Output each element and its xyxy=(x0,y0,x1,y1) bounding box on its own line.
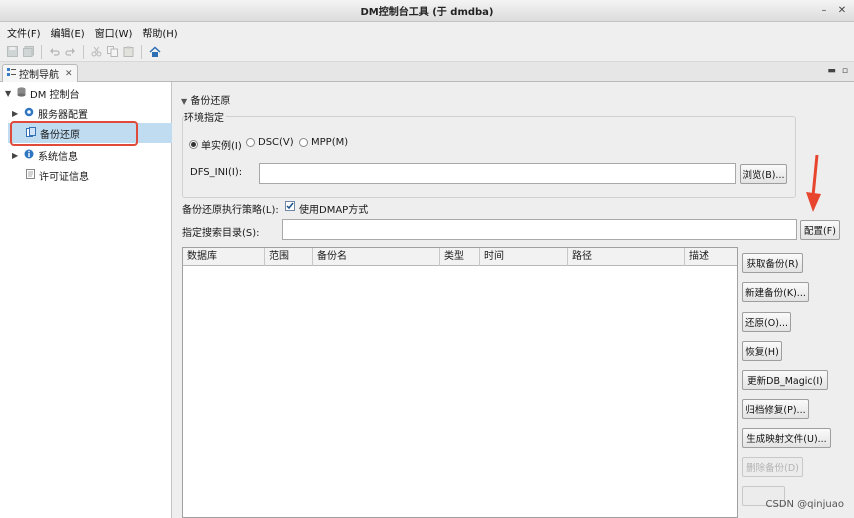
dfs-ini-input[interactable] xyxy=(259,163,736,184)
gear-icon xyxy=(24,107,34,120)
database-icon xyxy=(17,86,26,100)
search-dir-label: 指定搜索目录(S): xyxy=(182,228,260,239)
radio-single-instance[interactable]: 单实例(I) xyxy=(189,137,242,152)
new-backup-button[interactable]: 新建备份(K)... xyxy=(742,282,809,302)
save-icon[interactable] xyxy=(6,45,19,58)
table-header: 数据库 范围 备份名 类型 时间 路径 描述 xyxy=(183,248,737,266)
delete-backup-button[interactable]: 删除备份(D) xyxy=(742,457,803,477)
navigation-icon xyxy=(7,67,16,80)
toolbar-separator xyxy=(83,44,84,59)
env-group xyxy=(182,116,796,198)
browse-button[interactable]: 浏览(B)... xyxy=(740,164,787,184)
column-header[interactable]: 备份名 xyxy=(313,248,440,266)
menu-bar: 文件(F) 编辑(E) 窗口(W) 帮助(H) xyxy=(0,22,854,42)
column-header[interactable]: 描述 xyxy=(685,248,737,266)
generate-mapping-file-button[interactable]: 生成映射文件(U)... xyxy=(742,428,831,448)
section-title: 备份还原 xyxy=(190,96,231,107)
undo-icon[interactable] xyxy=(48,45,61,58)
tab-control-navigation[interactable]: 控制导航 ✕ xyxy=(2,64,78,82)
column-header[interactable]: 类型 xyxy=(440,248,480,266)
tree-item-label: 服务器配置 xyxy=(38,109,88,121)
copy-icon[interactable] xyxy=(106,45,119,58)
search-dir-input[interactable] xyxy=(282,219,797,240)
maximize-view-icon[interactable]: ▫ xyxy=(842,66,848,76)
tree-item-system-info[interactable]: ▶ 系统信息 xyxy=(12,146,78,164)
watermark: CSDN @qinjuao xyxy=(765,499,844,510)
document-icon xyxy=(26,168,35,182)
radio-label: 单实例(I) xyxy=(201,141,242,152)
cut-icon[interactable] xyxy=(90,45,103,58)
column-header[interactable]: 数据库 xyxy=(183,248,265,266)
get-backup-button[interactable]: 获取备份(R) xyxy=(742,253,803,273)
tree-root[interactable]: ▼ DM 控制台 xyxy=(5,84,80,102)
env-group-label: 环境指定 xyxy=(184,109,226,124)
menu-file[interactable]: 文件(F) xyxy=(5,25,49,40)
menu-help[interactable]: 帮助(H) xyxy=(140,25,185,40)
radio-label: DSC(V) xyxy=(258,137,294,148)
column-header[interactable]: 范围 xyxy=(265,248,313,266)
dmap-checkbox[interactable] xyxy=(285,201,295,211)
tree-item-server-config[interactable]: ▶ 服务器配置 xyxy=(12,104,88,122)
backup-restore-panel: ▼ 备份还原 环境指定 单实例(I) DSC(V) MPP(M) DFS_INI… xyxy=(173,82,854,518)
minimize-icon[interactable]: – xyxy=(818,4,830,16)
highlight-box xyxy=(10,121,138,146)
check-icon xyxy=(286,202,294,210)
window-title: DM控制台工具 (于 dmdba) xyxy=(360,7,494,18)
view-controls: ▬ ▫ xyxy=(827,66,848,76)
strategy-label: 备份还原执行策略(L): xyxy=(182,205,279,216)
collapse-arrow-icon[interactable]: ▼ xyxy=(181,97,187,106)
close-icon[interactable]: ✕ xyxy=(836,4,848,16)
radio-dsc[interactable]: DSC(V) xyxy=(246,137,294,148)
radio-icon xyxy=(246,138,255,147)
title-bar: DM控制台工具 (于 dmdba) – ✕ xyxy=(0,0,854,22)
toolbar-separator xyxy=(41,44,42,59)
minimize-view-icon[interactable]: ▬ xyxy=(827,66,836,76)
update-db-magic-button[interactable]: 更新DB_Magic(I) xyxy=(742,370,828,390)
expand-right-icon[interactable]: ▶ xyxy=(12,151,20,160)
section-header[interactable]: ▼ 备份还原 xyxy=(181,92,230,107)
radio-label: MPP(M) xyxy=(311,137,349,148)
navigation-tree: ▼ DM 控制台 ▶ 服务器配置 备份还原 ▶ 系统信息 许可证信息 xyxy=(0,82,172,518)
view-tab-bar: 控制导航 ✕ ▬ ▫ xyxy=(0,62,854,82)
restore-button[interactable]: 还原(O)... xyxy=(742,312,791,332)
menu-edit[interactable]: 编辑(E) xyxy=(49,25,93,40)
config-button[interactable]: 配置(F) xyxy=(800,220,840,240)
column-header[interactable]: 时间 xyxy=(480,248,568,266)
tree-item-label: 系统信息 xyxy=(38,151,78,163)
home-icon[interactable] xyxy=(148,45,161,58)
info-icon xyxy=(24,149,34,162)
recover-button[interactable]: 恢复(H) xyxy=(742,341,782,361)
redo-icon[interactable] xyxy=(64,45,77,58)
radio-selected-icon xyxy=(189,140,198,149)
toolbar-separator xyxy=(141,44,142,59)
radio-icon xyxy=(299,138,308,147)
menu-window[interactable]: 窗口(W) xyxy=(93,25,141,40)
tree-item-label: 许可证信息 xyxy=(39,171,89,183)
radio-mpp[interactable]: MPP(M) xyxy=(299,137,348,148)
red-arrow-icon xyxy=(806,154,821,212)
tab-label: 控制导航 xyxy=(19,70,59,81)
backup-table[interactable]: 数据库 范围 备份名 类型 时间 路径 描述 xyxy=(182,247,738,518)
toolbar xyxy=(0,42,854,62)
paste-icon[interactable] xyxy=(122,45,135,58)
column-header[interactable]: 路径 xyxy=(568,248,685,266)
dmap-checkbox-label: 使用DMAP方式 xyxy=(299,205,369,216)
close-tab-icon[interactable]: ✕ xyxy=(65,69,73,79)
tree-item-license-info[interactable]: 许可证信息 xyxy=(26,166,89,184)
expand-down-icon[interactable]: ▼ xyxy=(5,89,13,98)
archive-repair-button[interactable]: 归档修复(P)... xyxy=(742,399,809,419)
tree-root-label: DM 控制台 xyxy=(30,89,80,101)
expand-right-icon[interactable]: ▶ xyxy=(12,109,20,118)
window-controls: – ✕ xyxy=(818,4,848,16)
dfs-ini-label: DFS_INI(I): xyxy=(190,167,243,178)
save-all-icon[interactable] xyxy=(22,45,35,58)
